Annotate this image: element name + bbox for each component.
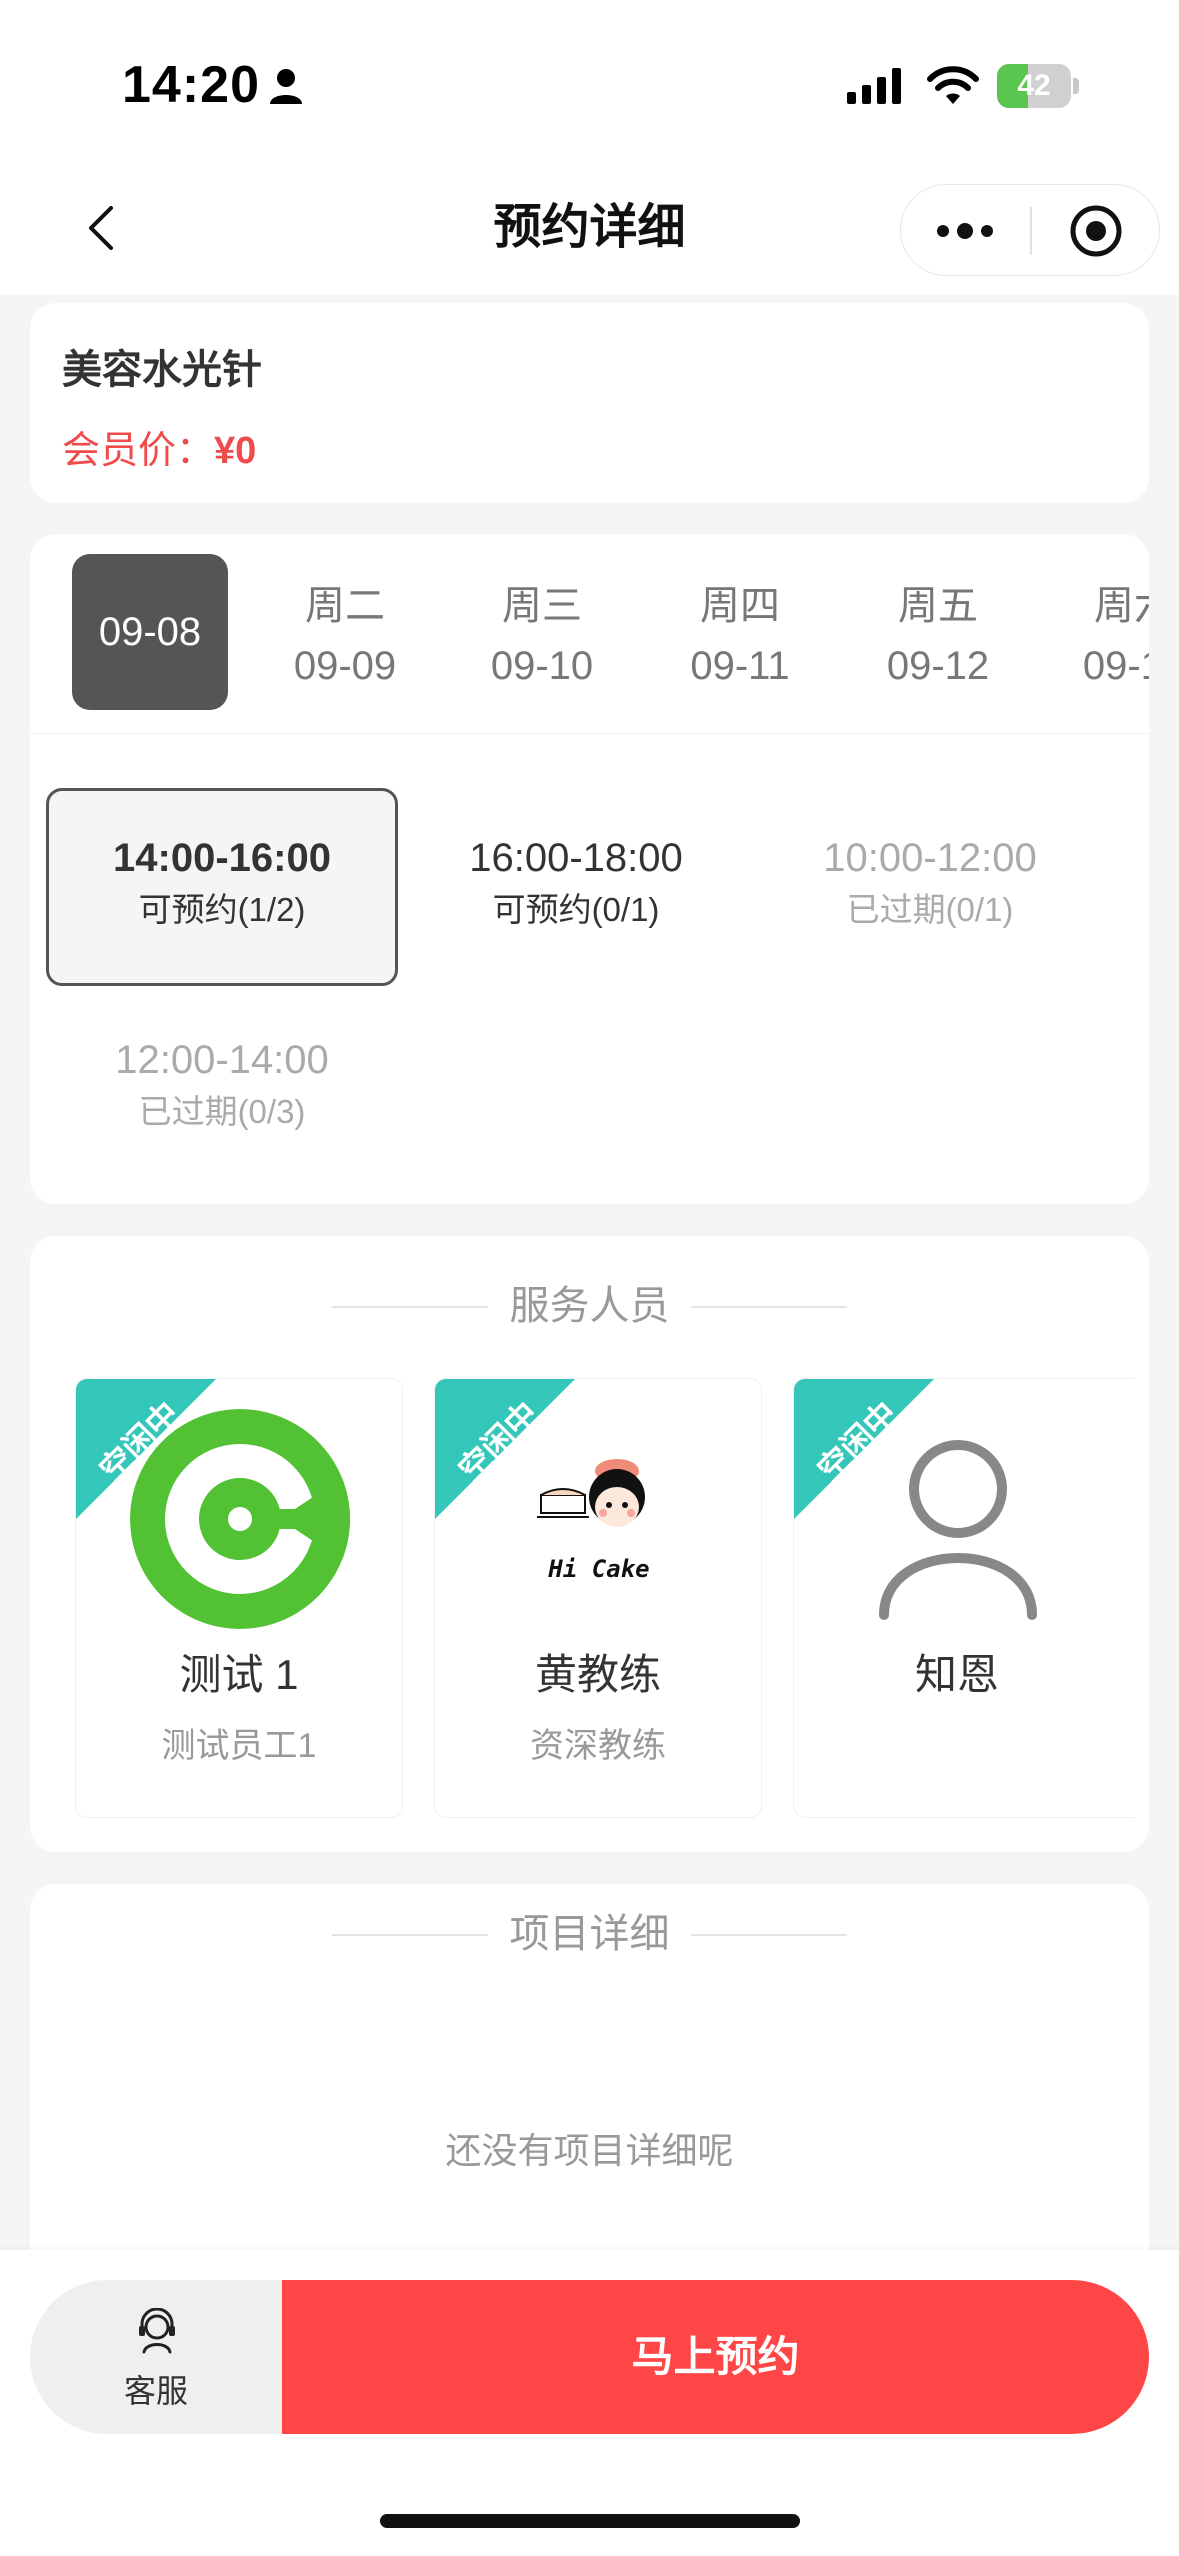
staff-name: 测试 1 — [179, 1651, 299, 1698]
date-label: 09-10 — [490, 644, 594, 688]
status-bar: 14:20 42 — [0, 0, 1179, 170]
staff-role: 测试员工1 — [161, 1727, 317, 1765]
price-label: 会员价： — [62, 430, 215, 472]
more-dots-icon — [937, 223, 993, 239]
date-item[interactable]: 09-08 — [72, 554, 228, 710]
battery-indicator: 42 — [997, 64, 1079, 108]
staff-name: 黄教练 — [534, 1651, 661, 1698]
product-card: 美容水光针 会员价：¥0 — [30, 303, 1149, 503]
target-circle-icon — [1070, 205, 1122, 257]
time-slot: 10:00-12:00 已过期(0/1) — [754, 788, 1106, 986]
divider-line — [691, 1934, 847, 1936]
weekday-label: 周三 — [502, 584, 582, 628]
nav-bar: 预约详细 — [0, 170, 1179, 295]
detail-section-header: 项目详细 — [30, 1904, 1149, 1964]
date-item[interactable]: 周六 09-13 — [1056, 554, 1149, 710]
battery-level: 42 — [1017, 69, 1051, 102]
date-label: 09-08 — [98, 610, 202, 654]
service-label: 客服 — [123, 2373, 188, 2409]
slot-status: 已过期(0/3) — [138, 1093, 306, 1130]
slot-time: 10:00-12:00 — [823, 836, 1037, 880]
status-badge: 空闲中 — [794, 1379, 934, 1519]
slot-time: 14:00-16:00 — [113, 836, 331, 880]
staff-role: 资深教练 — [530, 1727, 666, 1765]
battery-cap — [1073, 78, 1079, 94]
time-slot[interactable]: 16:00-18:00 可预约(0/1) — [400, 788, 752, 986]
home-indicator[interactable] — [380, 2514, 800, 2528]
customer-service-button[interactable]: 客服 — [30, 2280, 282, 2434]
date-label: 09-12 — [886, 644, 990, 688]
page: 14:20 42 预约详细 美容水光针 会员价：¥0 09-08 周二 09-0… — [0, 0, 1179, 2556]
date-label: 09-09 — [293, 644, 397, 688]
price-value: ¥0 — [214, 430, 257, 472]
bottom-action-bar: 客服 马上预约 — [0, 2250, 1179, 2556]
date-item[interactable]: 周三 09-10 — [464, 554, 620, 710]
close-mini-program-button[interactable] — [1032, 185, 1160, 277]
back-button[interactable] — [70, 198, 130, 258]
more-button[interactable] — [901, 185, 1029, 277]
weekday-label: 周二 — [305, 584, 385, 628]
date-strip[interactable]: 09-08 周二 09-09 周三 09-10 周四 09-11 周五 09-1… — [30, 534, 1149, 734]
slot-status: 已过期(0/1) — [846, 891, 1014, 928]
chevron-left-icon — [89, 206, 113, 250]
date-item[interactable]: 周四 09-11 — [662, 554, 818, 710]
staff-name: 知恩 — [914, 1651, 999, 1698]
slot-time: 12:00-14:00 — [115, 1038, 329, 1082]
action-buttons: 客服 马上预约 — [30, 2280, 1149, 2434]
status-badge: 空闲中 — [76, 1379, 216, 1519]
staff-item[interactable]: 空闲中 测试 1 测试员工1 — [75, 1378, 403, 1818]
date-item[interactable]: 周五 09-12 — [860, 554, 1016, 710]
person-icon — [270, 69, 302, 104]
staff-section-header: 服务人员 — [30, 1276, 1149, 1336]
date-item[interactable]: 周二 09-09 — [267, 554, 423, 710]
status-time: 14:20 — [122, 56, 260, 114]
slot-status: 可预约(0/1) — [492, 891, 660, 928]
avatar-text: Hi Cake — [547, 1555, 649, 1583]
empty-state-text: 还没有项目详细呢 — [445, 2130, 734, 2171]
section-title: 项目详细 — [509, 1912, 670, 1956]
product-name: 美容水光针 — [62, 348, 262, 392]
divider-line — [691, 1306, 847, 1308]
weekday-label: 周五 — [898, 584, 978, 628]
staff-card: 服务人员 空闲中 测试 1 测试员工1 Hi Cake 空闲中 黄教练 资深教练… — [30, 1236, 1149, 1852]
wifi-icon — [927, 66, 979, 104]
date-label: 09-11 — [690, 644, 790, 688]
weekday-label: 周六 — [1094, 584, 1149, 628]
date-label: 09-13 — [1082, 644, 1149, 688]
weekday-label: 周四 — [700, 584, 780, 628]
book-now-button[interactable]: 马上预约 — [282, 2280, 1149, 2434]
schedule-card: 09-08 周二 09-09 周三 09-10 周四 09-11 周五 09-1… — [30, 534, 1149, 1204]
status-badge: 空闲中 — [435, 1379, 575, 1519]
time-slot: 12:00-14:00 已过期(0/3) — [46, 990, 398, 1188]
price-row: 会员价：¥0 — [62, 419, 256, 474]
time-slot[interactable]: 14:00-16:00 可预约(1/2) — [46, 788, 398, 986]
slot-status: 可预约(1/2) — [138, 891, 306, 928]
staff-item[interactable]: Hi Cake 空闲中 黄教练 资深教练 — [434, 1378, 762, 1818]
mini-program-capsule — [900, 184, 1160, 276]
slot-time: 16:00-18:00 — [469, 836, 683, 880]
staff-item[interactable]: 空闲中 知恩 — [793, 1378, 1135, 1818]
customer-service-icon — [139, 2308, 175, 2354]
section-title: 服务人员 — [509, 1284, 670, 1328]
cellular-signal-icon — [847, 68, 901, 104]
